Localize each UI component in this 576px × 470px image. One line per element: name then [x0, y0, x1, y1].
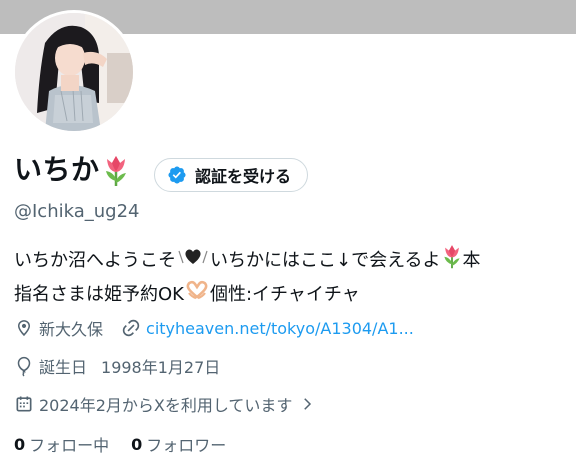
website-url: cityheaven.net/tokyo/A1304/A1... — [146, 318, 414, 338]
link-icon — [122, 319, 140, 337]
followers-count: 0 — [131, 434, 143, 454]
bio-line-1: いちか沼へようこそ いちかにはここ↓で会えるよ 本 — [14, 243, 570, 279]
avatar-photo — [15, 13, 133, 131]
verified-badge-icon — [168, 166, 186, 184]
following-count: 0 — [14, 434, 26, 454]
location-pin-icon — [18, 320, 30, 337]
bio-text: 個性:イチャイチャ — [209, 284, 360, 305]
following-label: フォロー中 — [29, 436, 110, 455]
tulip-icon — [102, 153, 130, 187]
bio: いちか沼へようこそ いちかにはここ↓で会えるよ 本 指名さまは姫予約OK 個性:… — [14, 243, 570, 311]
get-verified-label: 認証を受ける — [195, 167, 292, 186]
calendar-icon — [16, 396, 32, 412]
tulip-icon — [441, 243, 463, 279]
follow-stats: 0 フォロー中 0 フォロワー — [14, 432, 248, 456]
following-link[interactable]: 0 フォロー中 — [14, 432, 109, 456]
heart-hands-icon — [184, 279, 210, 311]
website-link[interactable]: cityheaven.net/tokyo/A1304/A1... — [121, 318, 414, 338]
display-name: いちか — [14, 153, 100, 186]
location-text: 新大久保 — [39, 320, 104, 339]
birthday-row: 誕生日 1998年1月27日 — [14, 354, 220, 378]
bio-text: いちかにはここ↓で会えるよ — [210, 250, 441, 271]
bio-text: いちか沼へようこそ — [14, 250, 176, 271]
user-handle: @Ichika_ug24 — [14, 201, 140, 222]
birthday-date: 1998年1月27日 — [101, 358, 221, 377]
bio-line-2: 指名さまは姫予約OK 個性:イチャイチャ — [14, 279, 570, 311]
bio-text: 指名さまは姫予約OK — [14, 284, 184, 305]
chevron-right-icon — [304, 398, 312, 410]
balloon-icon — [17, 356, 31, 377]
followers-label: フォロワー — [146, 436, 227, 455]
bio-text: 本 — [462, 250, 481, 271]
location-row: 新大久保 cityheaven.net/tokyo/A1304/A1... — [14, 316, 414, 340]
joined-row[interactable]: 2024年2月からXを利用しています — [14, 392, 316, 416]
followers-link[interactable]: 0 フォロワー — [131, 432, 226, 456]
name-row: いちか — [14, 150, 130, 190]
joined-text: 2024年2月からXを利用しています — [39, 396, 293, 415]
birthday-label: 誕生日 — [39, 358, 88, 377]
get-verified-button[interactable]: 認証を受ける — [154, 158, 309, 192]
avatar[interactable] — [12, 10, 136, 134]
heart-icon — [176, 245, 210, 277]
